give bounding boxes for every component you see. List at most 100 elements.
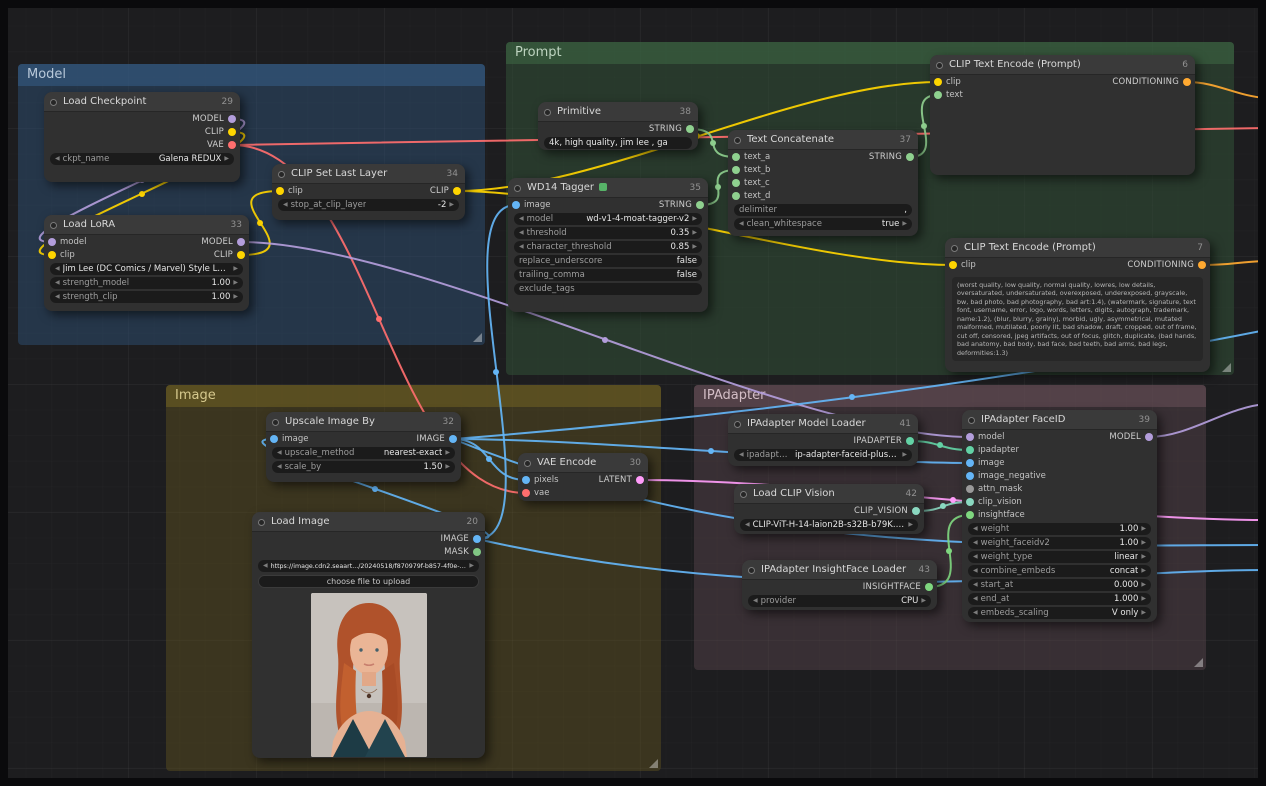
widget-stop-at-clip-layer[interactable]: ◀stop_at_clip_layer-2▶ [278,199,459,211]
input-dot-clip[interactable] [48,251,56,259]
stepper-right-icon[interactable]: ▶ [233,263,238,275]
node-ipadapter-faceid[interactable]: IPAdapter FaceID39 modelMODEL ipadapter … [962,410,1157,622]
stepper-right-icon[interactable]: ▶ [692,213,697,225]
stepper-left-icon[interactable]: ◀ [973,607,978,619]
input-dot-insightface[interactable] [966,511,974,519]
node-clip-set-last-layer[interactable]: CLIP Set Last Layer34 clipCLIP ◀stop_at_… [272,164,465,220]
output-dot-insightface[interactable] [925,583,933,591]
input-dot-text-c[interactable] [732,179,740,187]
node-header[interactable]: VAE Encode30 [518,453,648,473]
stepper-right-icon[interactable]: ▶ [1141,579,1146,591]
input-dot-text-b[interactable] [732,166,740,174]
collapse-icon[interactable] [524,460,531,467]
node-header[interactable]: IPAdapter FaceID39 [962,410,1157,430]
node-load-checkpoint[interactable]: Load Checkpoint29 MODEL CLIP VAE ◀ckpt_n… [44,92,240,182]
stepper-left-icon[interactable]: ◀ [277,447,282,459]
node-vae-encode[interactable]: VAE Encode30 pixelsLATENT vae [518,453,648,501]
widget-combine-embeds[interactable]: ◀combine_embedsconcat▶ [968,565,1151,577]
node-header[interactable]: CLIP Text Encode (Prompt)6 [930,55,1195,75]
collapse-icon[interactable] [734,421,741,428]
stepper-left-icon[interactable]: ◀ [973,565,978,577]
node-header[interactable]: Load CLIP Vision42 [734,484,924,504]
stepper-right-icon[interactable]: ▶ [1141,593,1146,605]
widget-model[interactable]: ◀modelwd-v1-4-moat-tagger-v2▶ [514,213,702,225]
node-upscale-image-by[interactable]: Upscale Image By32 imageIMAGE ◀upscale_m… [266,412,461,482]
stepper-right-icon[interactable]: ▶ [692,241,697,253]
stepper-left-icon[interactable]: ◀ [55,291,60,303]
stepper-right-icon[interactable]: ▶ [1141,565,1146,577]
stepper-right-icon[interactable]: ▶ [902,449,907,461]
input-dot-text[interactable] [934,91,942,99]
stepper-right-icon[interactable]: ▶ [1141,537,1146,549]
widget-ckpt-name[interactable]: ◀ckpt_nameGalena REDUX▶ [50,153,234,165]
widget-trailing-comma[interactable]: trailing_commafalse [514,269,702,281]
collapse-icon[interactable] [258,519,265,526]
stepper-left-icon[interactable]: ◀ [973,537,978,549]
stepper-left-icon[interactable]: ◀ [519,241,524,253]
output-dot-model[interactable] [228,115,236,123]
widget-scale-by[interactable]: ◀scale_by1.50▶ [272,461,455,473]
node-header[interactable]: Text Concatenate37 [728,130,918,150]
stepper-left-icon[interactable]: ◀ [973,551,978,563]
widget-start-at[interactable]: ◀start_at0.000▶ [968,579,1151,591]
stepper-left-icon[interactable]: ◀ [519,213,524,225]
collapse-icon[interactable] [50,99,57,106]
widget-weight[interactable]: ◀weight1.00▶ [968,523,1151,535]
output-dot-model[interactable] [237,238,245,246]
node-ipadapter-insightface-loader[interactable]: IPAdapter InsightFace Loader43 INSIGHTFA… [742,560,937,610]
input-dot-text-a[interactable] [732,153,740,161]
output-dot-clip-vision[interactable] [912,507,920,515]
collapse-icon[interactable] [50,222,57,229]
input-dot-image[interactable] [512,201,520,209]
output-dot-image[interactable] [449,435,457,443]
node-header[interactable]: Load Image20 [252,512,485,532]
stepper-left-icon[interactable]: ◀ [973,579,978,591]
output-dot-mask[interactable] [473,548,481,556]
widget-upscale-method[interactable]: ◀upscale_methodnearest-exact▶ [272,447,455,459]
stepper-left-icon[interactable]: ◀ [745,519,750,531]
widget-end-at[interactable]: ◀end_at1.000▶ [968,593,1151,605]
collapse-icon[interactable] [748,567,755,574]
collapse-icon[interactable] [734,137,741,144]
output-dot-string[interactable] [696,201,704,209]
widget-embeds-scaling[interactable]: ◀embeds_scalingV only▶ [968,607,1151,619]
widget-weight-faceidv2[interactable]: ◀weight_faceidv21.00▶ [968,537,1151,549]
node-header[interactable]: Primitive38 [538,102,698,122]
output-dot-latent[interactable] [636,476,644,484]
input-dot-ipadapter[interactable] [966,446,974,454]
stepper-right-icon[interactable]: ▶ [1141,523,1146,535]
widget-ipadapter-file[interactable]: ◀ipadapter_fileip-adapter-faceid-plus_sd… [734,449,912,461]
stepper-right-icon[interactable]: ▶ [902,218,907,230]
stepper-right-icon[interactable]: ▶ [1141,607,1146,619]
input-dot-clip[interactable] [934,78,942,86]
input-dot-clip-vision[interactable] [966,498,974,506]
output-dot-conditioning[interactable] [1198,261,1206,269]
output-dot-conditioning[interactable] [1183,78,1191,86]
stepper-right-icon[interactable]: ▶ [692,227,697,239]
stepper-left-icon[interactable]: ◀ [55,263,60,275]
stepper-left-icon[interactable]: ◀ [973,593,978,605]
stepper-left-icon[interactable]: ◀ [739,218,744,230]
node-load-clip-vision[interactable]: Load CLIP Vision42 CLIP_VISION ◀CLIP-ViT… [734,484,924,534]
input-dot-clip[interactable] [276,187,284,195]
widget-strength-clip[interactable]: ◀strength_clip1.00▶ [50,291,243,303]
node-load-lora[interactable]: Load LoRA33 modelMODEL clipCLIP ◀Jim Lee… [44,215,249,311]
node-header[interactable]: CLIP Text Encode (Prompt)7 [945,238,1210,258]
input-dot-model[interactable] [966,433,974,441]
input-dot-image-negative[interactable] [966,472,974,480]
prompt-textarea[interactable]: (worst quality, low quality, normal qual… [952,277,1203,361]
stepper-left-icon[interactable]: ◀ [519,227,524,239]
stepper-left-icon[interactable]: ◀ [283,199,288,211]
widget-replace-underscore[interactable]: replace_underscorefalse [514,255,702,267]
widget-threshold[interactable]: ◀threshold0.35▶ [514,227,702,239]
input-dot-clip[interactable] [949,261,957,269]
stepper-right-icon[interactable]: ▶ [445,461,450,473]
graph-canvas[interactable]: Model Prompt Image IPAdapter [0,0,1266,786]
collapse-icon[interactable] [514,185,521,192]
node-primitive[interactable]: Primitive38 STRING 4k, high quality, jim… [538,102,698,150]
node-clip-text-encode-negative[interactable]: CLIP Text Encode (Prompt)7 clipCONDITION… [945,238,1210,372]
widget-exclude-tags[interactable]: exclude_tags [514,283,702,295]
node-header[interactable]: WD14 Tagger35 [508,178,708,198]
input-dot-pixels[interactable] [522,476,530,484]
choose-file-button[interactable]: choose file to upload [258,575,479,588]
